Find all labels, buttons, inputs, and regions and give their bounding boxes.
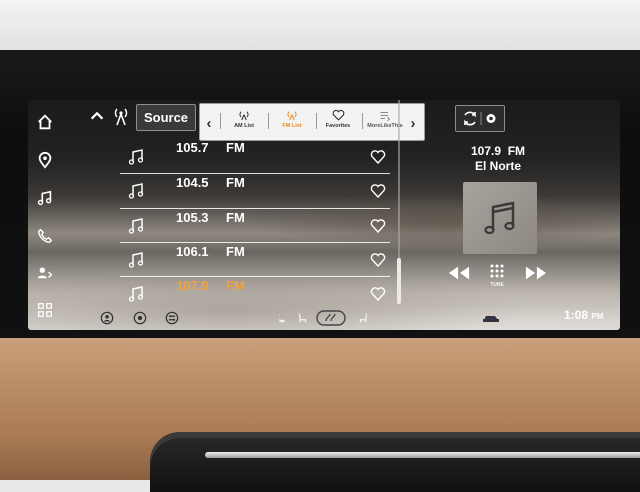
music-note-icon <box>128 183 144 199</box>
album-art <box>463 182 537 254</box>
tab-label: Favorites <box>325 123 351 129</box>
defrost-button[interactable] <box>316 310 346 326</box>
clock: 1:08 PM <box>564 308 604 322</box>
tab-divider <box>220 113 221 129</box>
seat-icon <box>298 313 307 323</box>
rewind-icon <box>448 266 470 280</box>
station-frequency: 107.9 <box>176 278 209 293</box>
more-like-this-icon <box>380 111 391 121</box>
car-icon <box>483 316 499 322</box>
fast-forward-icon <box>525 266 547 280</box>
chevron-up-icon <box>90 111 104 120</box>
apps-button[interactable] <box>32 298 58 322</box>
station-row[interactable]: 105.7 FM <box>120 140 390 174</box>
phone-button[interactable] <box>32 224 58 248</box>
favorite-heart-icon[interactable] <box>370 286 386 301</box>
station-frequency: 105.3 <box>176 210 209 225</box>
favorite-heart-icon[interactable] <box>370 218 386 233</box>
chevron-right-icon: › <box>410 114 416 132</box>
antenna-icon <box>114 108 128 126</box>
music-note-icon <box>484 201 515 235</box>
sidebar <box>28 100 62 330</box>
refresh-gear-icon <box>464 111 496 126</box>
seat-button[interactable] <box>294 310 310 326</box>
tabs-prev-button[interactable]: ‹ <box>202 110 216 136</box>
photo-background-top <box>0 0 640 50</box>
tabs-next-button[interactable]: › <box>406 110 420 136</box>
infotainment-screen: Source ‹ AM List FM List Favorites MoreL… <box>28 100 620 330</box>
tune-label: TUNE <box>490 282 504 288</box>
radio-tab-bar: ‹ AM List FM List Favorites MoreLikeThis… <box>199 103 425 141</box>
refresh-settings-button[interactable] <box>455 105 505 132</box>
station-frequency: 104.5 <box>176 175 209 190</box>
tab-more-like-this[interactable]: MoreLikeThis <box>360 106 410 138</box>
fan-button[interactable] <box>132 310 148 326</box>
sliders-icon <box>165 311 179 325</box>
station-row[interactable]: 105.3 FM <box>120 209 390 243</box>
location-pin-icon <box>38 151 52 169</box>
defrost-icon <box>316 310 346 326</box>
tab-favorites[interactable]: Favorites <box>316 106 360 138</box>
station-band: FM <box>226 244 245 259</box>
station-row-selected[interactable]: 107.9 FM <box>120 277 390 311</box>
now-playing-station-name: El Norte <box>474 159 521 173</box>
heated-seat-button[interactable] <box>274 310 290 326</box>
apps-grid-icon <box>38 303 52 317</box>
phone-icon <box>37 228 53 244</box>
am-antenna-icon <box>239 111 249 121</box>
station-row[interactable]: 106.1 FM <box>120 243 390 277</box>
chevron-left-icon: ‹ <box>206 114 212 132</box>
tab-fm-list[interactable]: FM List <box>270 106 314 138</box>
keypad-icon <box>490 264 504 278</box>
music-note-icon <box>128 286 144 302</box>
music-note-icon <box>128 218 144 234</box>
passenger-seat-button[interactable] <box>356 310 372 326</box>
connected-device-icon <box>37 267 53 279</box>
seek-forward-button[interactable] <box>523 262 549 284</box>
station-band: FM <box>226 278 245 293</box>
fan-icon <box>133 311 147 325</box>
vehicle-status-button[interactable] <box>482 310 500 326</box>
station-band: FM <box>226 140 245 155</box>
favorite-heart-icon[interactable] <box>370 252 386 267</box>
navigation-button[interactable] <box>32 148 58 172</box>
tab-label: AM List <box>234 123 254 129</box>
music-note-icon <box>128 149 144 165</box>
list-scroll-thumb[interactable] <box>397 258 401 304</box>
dashboard-trim <box>150 432 640 492</box>
tab-am-list[interactable]: AM List <box>222 106 266 138</box>
radio-antenna-indicator <box>111 105 131 127</box>
now-playing-frequency: 107.9 FM <box>470 144 526 158</box>
tab-label: FM List <box>282 123 302 129</box>
tab-label: MoreLikeThis <box>367 123 403 129</box>
tune-button[interactable] <box>486 260 508 282</box>
source-button[interactable]: Source <box>136 104 196 131</box>
music-note-icon <box>128 252 144 268</box>
driver-profile-button[interactable] <box>99 310 115 326</box>
profile-icon <box>100 311 114 325</box>
station-band: FM <box>226 210 245 225</box>
station-row[interactable]: 104.5 FM <box>120 174 390 208</box>
seek-back-button[interactable] <box>446 262 472 284</box>
connected-device-button[interactable] <box>32 260 58 284</box>
dashboard-chrome-strip <box>205 452 640 458</box>
favorite-heart-icon[interactable] <box>370 183 386 198</box>
favorite-heart-icon[interactable] <box>370 149 386 164</box>
station-frequency: 106.1 <box>176 244 209 259</box>
station-frequency: 105.7 <box>176 140 209 155</box>
audio-button[interactable] <box>32 186 58 210</box>
seat-heat-icon <box>279 312 285 323</box>
home-icon <box>38 114 52 130</box>
heart-icon <box>332 109 344 121</box>
station-band: FM <box>226 175 245 190</box>
home-button[interactable] <box>32 110 58 134</box>
tab-divider <box>268 113 269 129</box>
collapse-button[interactable] <box>86 103 108 129</box>
climate-settings-button[interactable] <box>164 310 180 326</box>
seat-icon <box>359 313 368 323</box>
music-note-icon <box>37 190 52 206</box>
fm-antenna-icon <box>287 111 297 121</box>
